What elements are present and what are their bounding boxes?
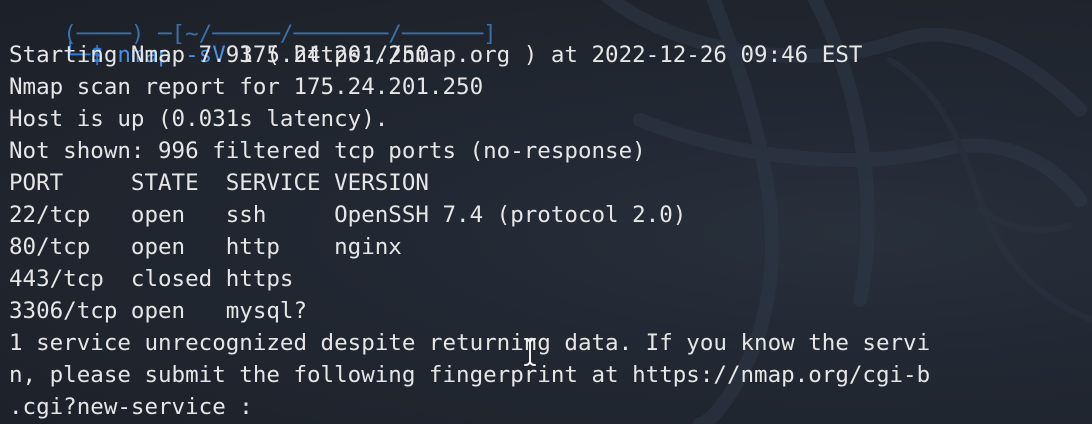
terminal-window[interactable]: (────) ─[~/─────/───────/──────] └─$ nma… bbox=[0, 0, 1092, 424]
output-line: Not shown: 996 filtered tcp ports (no-re… bbox=[9, 138, 646, 164]
output-line: n, please submit the following fingerpri… bbox=[9, 362, 931, 388]
output-line: 1 service unrecognized despite returning… bbox=[9, 330, 931, 356]
output-line: 80/tcp open http nginx bbox=[9, 234, 402, 260]
output-line: 443/tcp closed https bbox=[9, 266, 294, 292]
output-line: .cgi?new-service : bbox=[9, 394, 253, 420]
prompt-line: └─$ nmap -sV 175.24.201.250 bbox=[9, 7, 429, 68]
output-line: PORT STATE SERVICE VERSION bbox=[9, 170, 429, 196]
i-beam-cursor-icon bbox=[524, 338, 536, 366]
output-line: Starting Nmap 7.93 ( https://nmap.org ) … bbox=[9, 42, 863, 68]
output-line: 3306/tcp open mysql? bbox=[9, 298, 308, 324]
output-line: Host is up (0.031s latency). bbox=[9, 106, 389, 132]
output-line: Nmap scan report for 175.24.201.250 bbox=[9, 74, 484, 100]
output-line: 22/tcp open ssh OpenSSH 7.4 (protocol 2.… bbox=[9, 202, 687, 228]
